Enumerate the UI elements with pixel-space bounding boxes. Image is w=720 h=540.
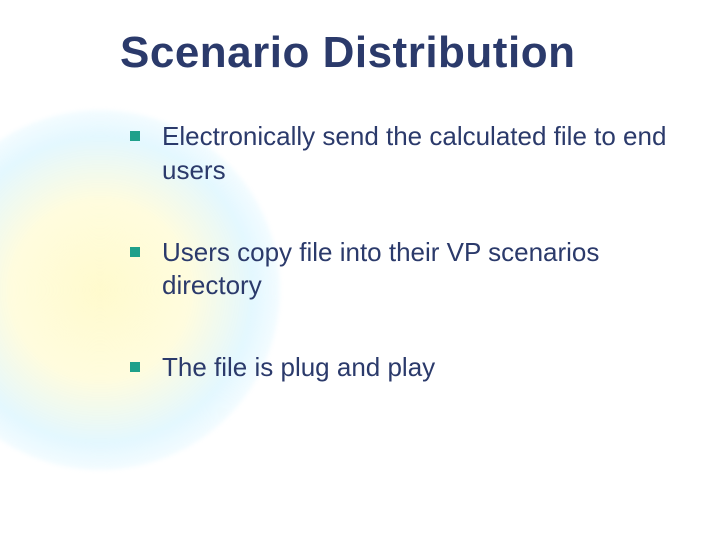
- slide: Scenario Distribution Electronically sen…: [0, 0, 720, 540]
- list-item-text: The file is plug and play: [162, 351, 435, 385]
- square-bullet-icon: [130, 247, 140, 257]
- slide-title: Scenario Distribution: [120, 28, 575, 78]
- square-bullet-icon: [130, 362, 140, 372]
- square-bullet-icon: [130, 131, 140, 141]
- list-item: The file is plug and play: [130, 351, 670, 385]
- slide-body: Electronically send the calculated file …: [130, 120, 670, 433]
- list-item-text: Electronically send the calculated file …: [162, 120, 670, 188]
- list-item-text: Users copy file into their VP scenarios …: [162, 236, 670, 304]
- list-item: Users copy file into their VP scenarios …: [130, 236, 670, 304]
- list-item: Electronically send the calculated file …: [130, 120, 670, 188]
